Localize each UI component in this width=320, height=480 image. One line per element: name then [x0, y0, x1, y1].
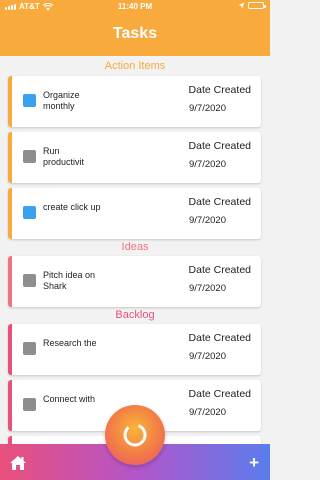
date-created-value: 9/7/2020: [189, 103, 226, 114]
task-title: Pitch idea on Shark: [43, 270, 96, 291]
section-title-action-items: Action Items: [104, 60, 166, 72]
card-color-bar: [8, 76, 12, 127]
date-created-value: 9/7/2020: [189, 407, 226, 418]
card-color-bar: [8, 132, 12, 183]
task-title: Run productivit: [43, 146, 85, 167]
date-created-label: Date Created: [188, 332, 251, 344]
card-color-bar: [8, 380, 12, 431]
task-title: create click up: [43, 202, 101, 212]
date-created-label: Date Created: [188, 388, 251, 400]
task-card[interactable]: create click up Date Created 9/7/2020: [8, 188, 261, 239]
task-title: Organize monthly: [43, 90, 80, 111]
task-card[interactable]: Pitch idea on Shark Date Created 9/7/202…: [8, 256, 261, 307]
date-created-label: Date Created: [188, 84, 251, 96]
battery-icon: [248, 2, 266, 9]
date-created-value: 9/7/2020: [189, 215, 226, 226]
task-title: Research the: [43, 338, 97, 348]
app-screen: AT&T 11:40 PM Tasks Action Items Organiz…: [0, 0, 270, 480]
task-card[interactable]: Research the Date Created 9/7/2020: [8, 324, 261, 375]
task-checkbox[interactable]: [23, 206, 36, 219]
home-icon[interactable]: [9, 455, 27, 471]
center-action-button[interactable]: [105, 405, 165, 465]
page-title: Tasks: [112, 25, 158, 42]
date-created-label: Date Created: [188, 264, 251, 276]
status-time: 11:40 PM: [117, 2, 153, 11]
task-title: Connect with: [43, 394, 96, 404]
date-created-value: 9/7/2020: [189, 351, 226, 362]
status-right: [238, 2, 266, 9]
refresh-ring-icon: [123, 423, 147, 447]
section-title-ideas: Ideas: [121, 241, 149, 253]
date-created-value: 9/7/2020: [189, 159, 226, 170]
task-checkbox[interactable]: [23, 274, 36, 287]
date-created-label: Date Created: [188, 196, 251, 208]
card-color-bar: [8, 324, 12, 375]
status-bar: AT&T 11:40 PM: [0, 0, 270, 14]
card-color-bar: [8, 256, 12, 307]
task-checkbox[interactable]: [23, 150, 36, 163]
task-card[interactable]: Run productivit Date Created 9/7/2020: [8, 132, 261, 183]
date-created-label: Date Created: [188, 140, 251, 152]
app-header: AT&T 11:40 PM Tasks: [0, 0, 270, 56]
task-checkbox[interactable]: [23, 94, 36, 107]
task-card[interactable]: Organize monthly Date Created 9/7/2020: [8, 76, 261, 127]
card-color-bar: [8, 188, 12, 239]
date-created-value: 9/7/2020: [189, 283, 226, 294]
task-checkbox[interactable]: [23, 398, 36, 411]
add-task-button[interactable]: +: [249, 454, 259, 472]
location-icon: [238, 2, 245, 9]
task-checkbox[interactable]: [23, 342, 36, 355]
section-title-backlog: Backlog: [115, 309, 155, 321]
